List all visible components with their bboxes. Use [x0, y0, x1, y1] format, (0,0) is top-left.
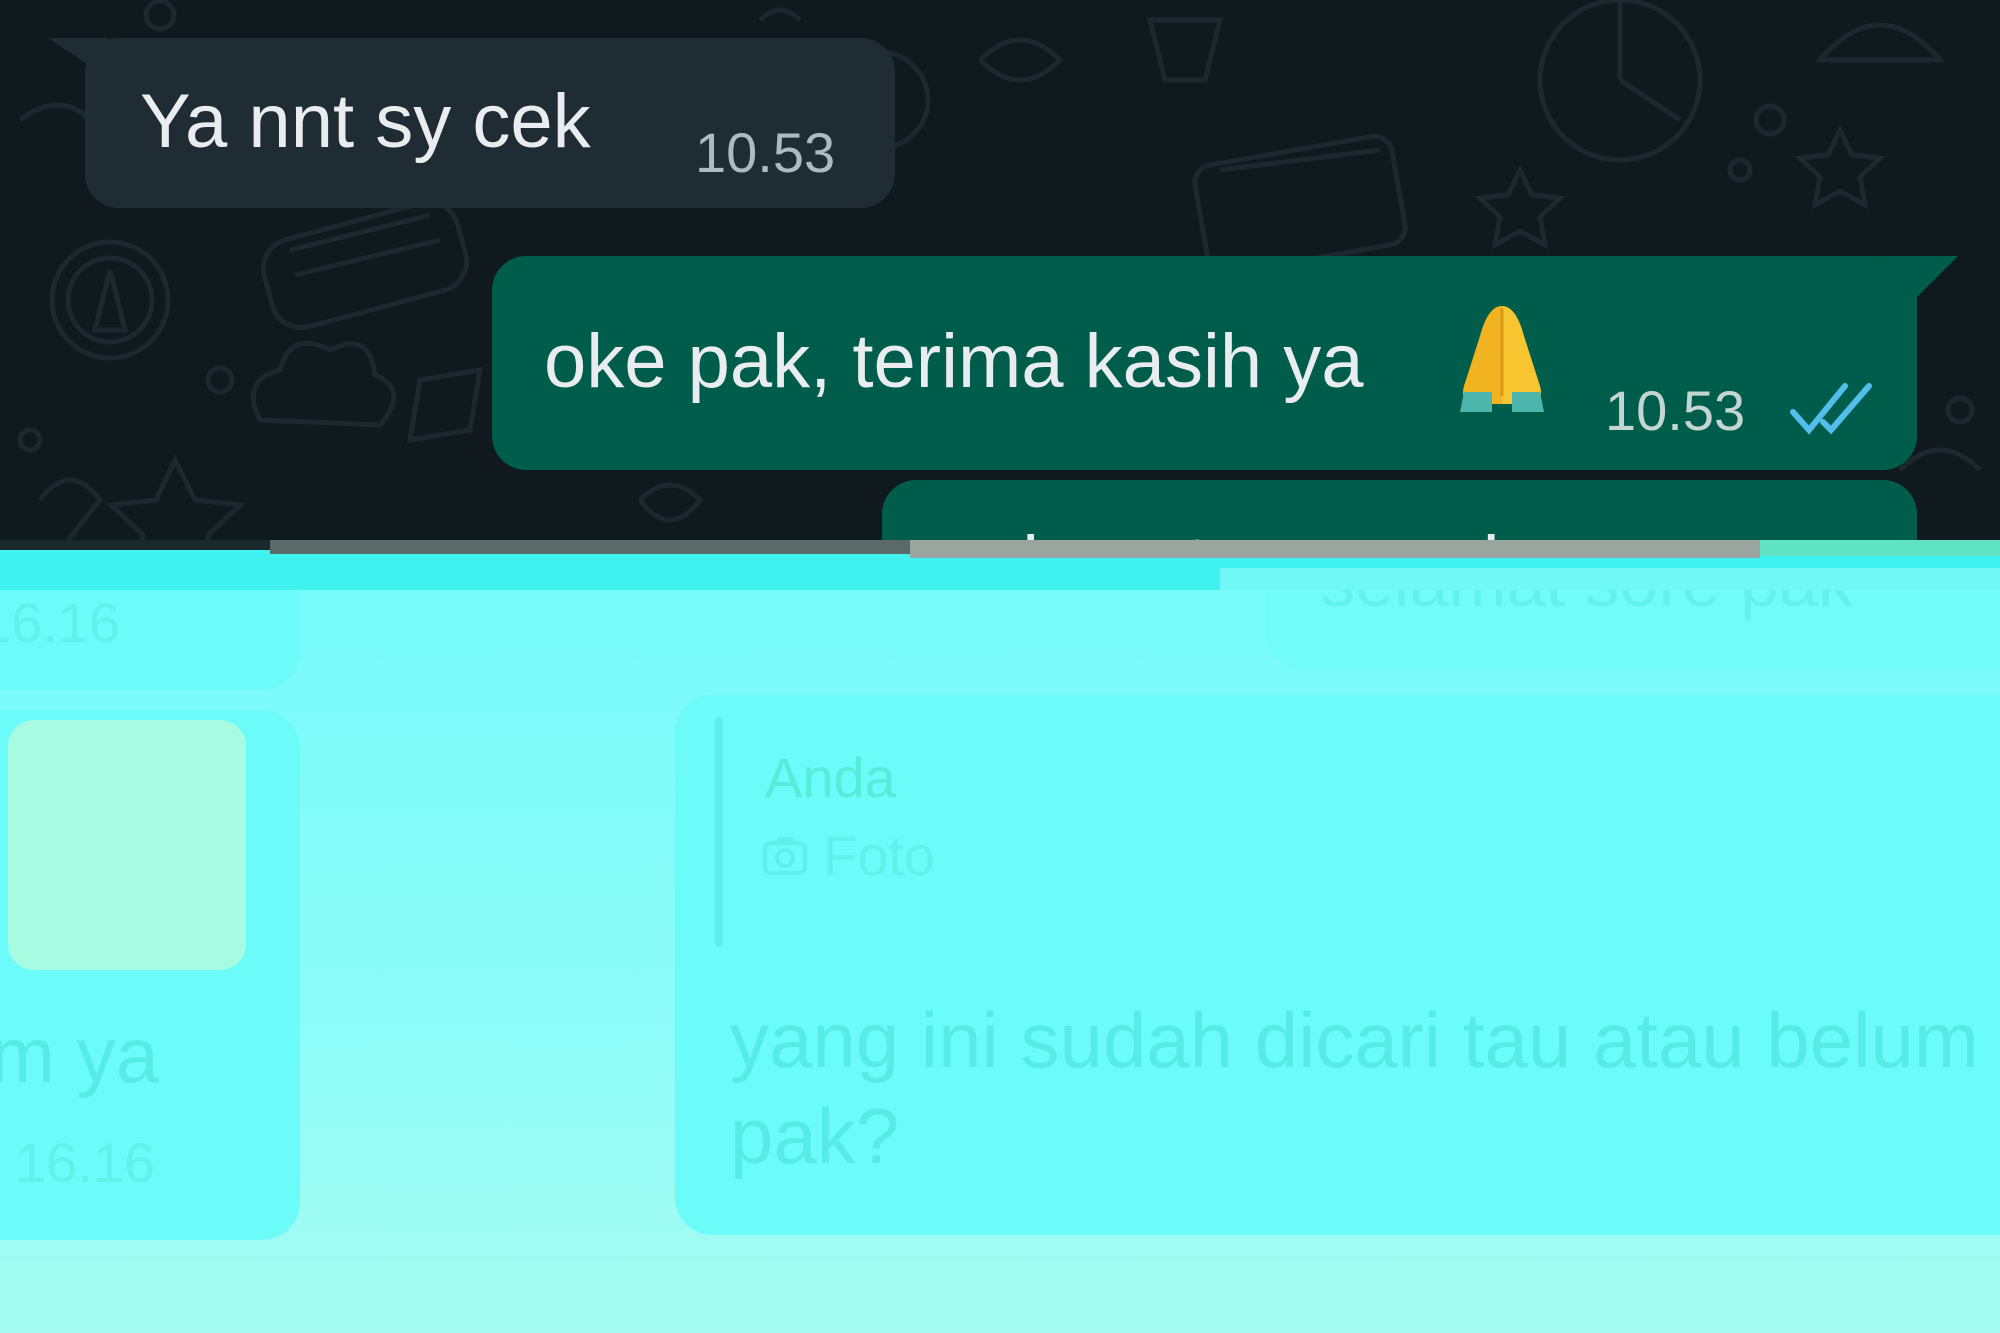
ghost-bubble-reply[interactable]: Anda Foto yang ini sudah dicari tau atau…	[675, 695, 2000, 1235]
read-double-tick-icon	[1790, 383, 1872, 435]
chat-area: Ya nnt sy cek 10.53 oke pak, terima kasi…	[0, 0, 2000, 560]
message-timestamp: 10.53	[695, 121, 836, 184]
faded-chat-area: 16.16 selamat sore pak m ya 16.16 Anda F…	[0, 590, 2000, 1333]
glitch-strip	[910, 540, 1760, 558]
reply-sender: Anda	[765, 746, 896, 809]
glitch-band	[0, 540, 2000, 590]
reply-media-label: Foto	[823, 824, 936, 887]
image-thumbnail[interactable]	[8, 720, 246, 970]
message-text: Ya nnt sy cek	[140, 79, 591, 164]
reply-message-text: yang ini sudah dicari tau atau belum	[730, 996, 1979, 1084]
glitch-strip	[1220, 568, 2000, 590]
camera-icon	[763, 837, 807, 875]
message-text: oke pak, terima kasih ya	[544, 319, 1364, 404]
message-timestamp: 16.16	[0, 591, 121, 654]
glitch-strip	[1760, 540, 2000, 556]
message-timestamp: 16.16	[15, 1131, 156, 1194]
message-bubble-outgoing[interactable]: oke pak, terima kasih ya 10.53	[492, 256, 1917, 470]
bubble-tail-incoming	[48, 38, 108, 78]
folded-hands-emoji	[1460, 306, 1544, 412]
ghost-bubble-left-image[interactable]: m ya 16.16	[0, 710, 300, 1240]
bubble-tail-outgoing	[1888, 256, 1958, 296]
reply-message-text: pak?	[730, 1092, 900, 1180]
ghost-bubble-right[interactable]: selamat sore pak	[1265, 590, 2000, 670]
reply-quote-bar	[715, 717, 723, 947]
message-text: selamat sore pak	[1320, 590, 1853, 622]
ghost-bubble-left[interactable]: 16.16	[0, 590, 300, 690]
message-timestamp: 10.53	[1605, 379, 1746, 442]
message-bubble-incoming[interactable]: Ya nnt sy cek 10.53	[85, 38, 895, 208]
image-caption: m ya	[0, 1011, 160, 1099]
